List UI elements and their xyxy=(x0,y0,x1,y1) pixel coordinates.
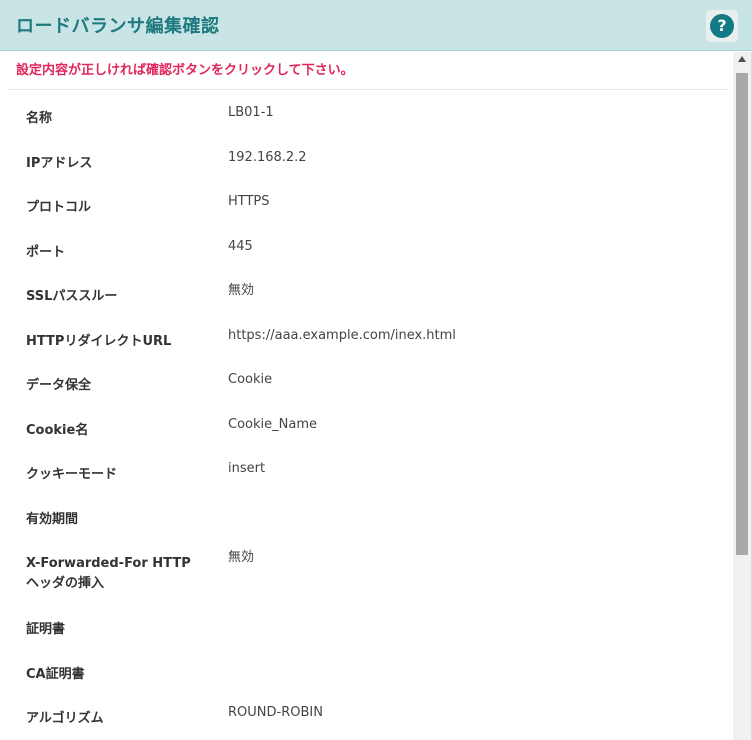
field-label: IPアドレス xyxy=(26,155,93,171)
field-label: HTTPリダイレクトURL xyxy=(26,333,172,349)
field-row-persistence: データ保全 Cookie xyxy=(0,367,733,412)
field-row-cookie-mode: クッキーモード insert xyxy=(0,456,733,501)
confirm-notice: 設定内容が正しければ確認ボタンをクリックして下さい。 xyxy=(16,63,354,78)
dialog-header: ロードバランサ編集確認 ? xyxy=(0,0,752,51)
dialog-body: 設定内容が正しければ確認ボタンをクリックして下さい。 名称 LB01-1 IPア… xyxy=(0,52,733,740)
field-row-ssl-passthrough: SSLパススルー 無効 xyxy=(0,278,733,323)
field-value: Cookie_Name xyxy=(228,416,317,432)
field-value: HTTPS xyxy=(228,194,270,209)
scroll-up-arrow-icon[interactable] xyxy=(738,56,746,62)
field-value: https://aaa.example.com/inex.html xyxy=(228,327,456,343)
field-value: insert xyxy=(228,461,266,476)
field-row-algorithm: アルゴリズム ROUND-ROBIN xyxy=(0,700,733,740)
vertical-scrollbar[interactable] xyxy=(733,52,752,740)
dialog-title: ロードバランサ編集確認 xyxy=(16,16,220,37)
field-row-ip: IPアドレス 192.168.2.2 xyxy=(0,145,733,190)
field-value: 無効 xyxy=(228,283,255,298)
field-label: 名称 xyxy=(26,111,53,126)
confirm-dialog: ロードバランサ編集確認 ? 設定内容が正しければ確認ボタンをクリックして下さい。… xyxy=(0,0,752,740)
field-row-protocol: プロトコル HTTPS xyxy=(0,189,733,234)
scrollbar-thumb[interactable] xyxy=(736,73,748,555)
field-label: SSLパススルー xyxy=(26,289,118,304)
divider xyxy=(8,89,728,90)
field-row-expiry: 有効期間 xyxy=(0,501,733,546)
field-row-cookie-name: Cookie名 Cookie_Name xyxy=(0,412,733,457)
field-value: Cookie xyxy=(228,372,273,387)
field-row-port: ポート 445 xyxy=(0,234,733,279)
field-value: LB01-1 xyxy=(228,105,274,120)
field-label: クッキーモード xyxy=(26,467,118,482)
field-label: Cookie名 xyxy=(26,422,89,438)
field-label: データ保全 xyxy=(26,378,92,393)
field-label: 有効期間 xyxy=(26,511,79,527)
field-label: アルゴリズム xyxy=(26,711,104,726)
field-label: 証明書 xyxy=(26,622,66,637)
field-list: 名称 LB01-1 IPアドレス 192.168.2.2 プロトコル HTTPS… xyxy=(0,100,733,740)
field-row-certificate: 証明書 xyxy=(0,611,733,656)
field-value: 無効 xyxy=(228,550,255,565)
help-icon: ? xyxy=(710,14,734,38)
field-row-xff-header: X-Forwarded-For HTTPヘッダの挿入 無効 xyxy=(0,545,733,611)
field-label: プロトコル xyxy=(26,200,92,215)
help-button[interactable]: ? xyxy=(706,10,738,42)
field-value: 445 xyxy=(228,238,253,254)
field-label: ポート xyxy=(26,244,66,260)
field-label: CA証明書 xyxy=(26,666,85,682)
field-row-redirect-url: HTTPリダイレクトURL https://aaa.example.com/in… xyxy=(0,323,733,368)
field-value: ROUND-ROBIN xyxy=(228,705,323,720)
field-row-ca-certificate: CA証明書 xyxy=(0,656,733,701)
field-value: 192.168.2.2 xyxy=(228,149,307,165)
field-row-name: 名称 LB01-1 xyxy=(0,100,733,145)
field-label: X-Forwarded-For HTTPヘッダの挿入 xyxy=(26,556,191,591)
